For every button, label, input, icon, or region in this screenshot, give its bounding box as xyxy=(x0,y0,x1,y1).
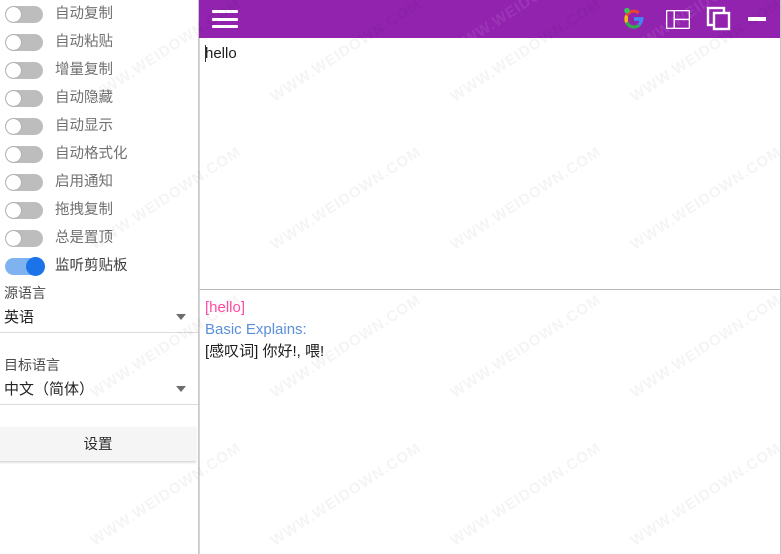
copy-button[interactable] xyxy=(706,6,732,32)
toggle-row-enable-notification[interactable]: 启用通知 xyxy=(0,168,198,196)
toggle-knob xyxy=(6,230,21,246)
toggle-row-incremental-copy[interactable]: 增量复制 xyxy=(0,56,198,84)
toggle-switch-auto-hide[interactable] xyxy=(5,89,43,107)
toggle-switch-incremental-copy[interactable] xyxy=(5,61,43,79)
toggle-label: 拖拽复制 xyxy=(55,201,113,218)
hamburger-menu-icon[interactable] xyxy=(212,10,238,28)
toggle-label: 自动格式化 xyxy=(55,145,128,162)
toggle-label: 总是置顶 xyxy=(55,229,113,246)
settings-sidebar: 自动复制 自动粘贴 增量复制 自动隐藏 自动显示 自动格式化 启用通知 拖拽复制… xyxy=(0,0,199,554)
google-translate-button[interactable] xyxy=(618,3,650,35)
toggle-switch-drag-copy[interactable] xyxy=(5,201,43,219)
toggle-knob xyxy=(6,118,21,134)
toggle-row-auto-copy[interactable]: 自动复制 xyxy=(0,0,198,28)
toggle-knob xyxy=(6,202,21,218)
toggle-switch-auto-copy[interactable] xyxy=(5,5,43,23)
toggle-label: 自动复制 xyxy=(55,5,113,22)
toggle-label: 监听剪贴板 xyxy=(55,257,128,274)
title-bar-left xyxy=(212,10,238,28)
toggle-label: 自动隐藏 xyxy=(55,89,113,106)
settings-button[interactable]: 设置 xyxy=(0,427,196,462)
source-language-value: 英语 xyxy=(4,309,35,326)
minimize-icon xyxy=(748,17,766,21)
toggle-row-auto-paste[interactable]: 自动粘贴 xyxy=(0,28,198,56)
chevron-down-icon xyxy=(176,385,186,392)
toggle-knob xyxy=(6,174,21,190)
toggle-switch-auto-paste[interactable] xyxy=(5,33,43,51)
toggle-switch-enable-notification[interactable] xyxy=(5,173,43,191)
settings-button-container: 设置 xyxy=(0,427,198,462)
toggle-row-auto-hide[interactable]: 自动隐藏 xyxy=(0,84,198,112)
title-bar xyxy=(199,0,780,38)
translation-result-panel[interactable]: [hello] Basic Explains: [感叹词] 你好!, 喂! xyxy=(199,290,780,554)
toggle-row-always-on-top[interactable]: 总是置顶 xyxy=(0,224,198,252)
minimize-button[interactable] xyxy=(748,17,766,21)
result-section-title: Basic Explains: xyxy=(205,321,307,338)
google-logo-icon xyxy=(624,7,644,29)
copy-duplicate-icon xyxy=(706,6,731,31)
target-language-field: 目标语言 中文（简体） xyxy=(0,353,198,405)
layout-panes-button[interactable] xyxy=(666,9,690,29)
toggle-list: 自动复制 自动粘贴 增量复制 自动隐藏 自动显示 自动格式化 启用通知 拖拽复制… xyxy=(0,0,198,280)
toggle-label: 自动显示 xyxy=(55,117,113,134)
toggle-knob xyxy=(6,90,21,106)
target-language-value: 中文（简体） xyxy=(4,381,95,398)
toggle-label: 启用通知 xyxy=(55,173,113,190)
toggle-switch-monitor-clipboard[interactable] xyxy=(5,256,45,276)
result-definition: [感叹词] 你好!, 喂! xyxy=(205,343,325,360)
chevron-down-icon xyxy=(176,313,186,320)
source-language-select[interactable]: 英语 xyxy=(2,305,194,332)
toggle-row-auto-show[interactable]: 自动显示 xyxy=(0,112,198,140)
text-cursor xyxy=(205,45,206,62)
toggle-knob xyxy=(6,62,21,78)
source-language-field: 源语言 英语 xyxy=(0,281,198,333)
source-text-editor[interactable]: hello xyxy=(199,38,780,290)
toggle-knob xyxy=(6,6,21,22)
title-bar-right xyxy=(618,3,766,35)
source-language-label: 源语言 xyxy=(4,285,46,301)
toggle-switch-auto-format[interactable] xyxy=(5,145,43,163)
toggle-switch-always-on-top[interactable] xyxy=(5,229,43,247)
app-root: 自动复制 自动粘贴 增量复制 自动隐藏 自动显示 自动格式化 启用通知 拖拽复制… xyxy=(0,0,781,554)
toggle-label: 增量复制 xyxy=(55,61,113,78)
toggle-switch-auto-show[interactable] xyxy=(5,117,43,135)
toggle-knob xyxy=(26,256,45,276)
toggle-knob xyxy=(6,34,21,50)
source-text-value: hello xyxy=(205,45,237,62)
layout-panes-icon xyxy=(666,9,690,29)
target-language-label: 目标语言 xyxy=(4,357,60,373)
target-language-select[interactable]: 中文（简体） xyxy=(2,377,194,404)
result-headword: [hello] xyxy=(205,299,246,316)
toggle-row-monitor-clipboard[interactable]: 监听剪贴板 xyxy=(0,252,198,280)
toggle-label: 自动粘贴 xyxy=(55,33,113,50)
main-panel: hello [hello] Basic Explains: [感叹词] 你好!,… xyxy=(199,0,781,554)
toggle-row-drag-copy[interactable]: 拖拽复制 xyxy=(0,196,198,224)
toggle-row-auto-format[interactable]: 自动格式化 xyxy=(0,140,198,168)
toggle-knob xyxy=(6,146,21,162)
